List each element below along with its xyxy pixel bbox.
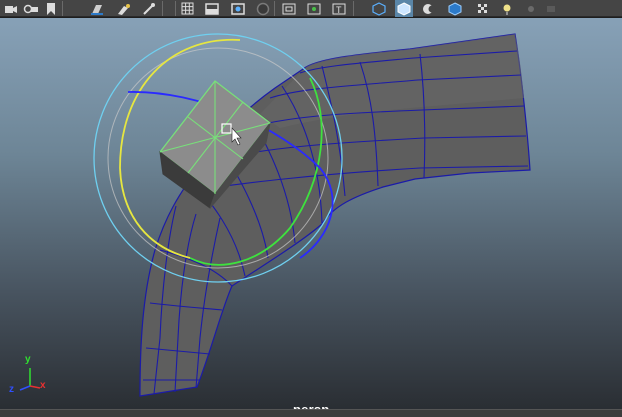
maya-viewport-window: T y x z — [0, 0, 622, 417]
axis-x-label: x — [40, 380, 46, 391]
toolbar-separator — [353, 1, 354, 16]
smooth-shade-icon[interactable] — [395, 0, 413, 17]
gate-mask-icon[interactable] — [254, 0, 272, 17]
perspective-viewport[interactable]: y x z persp — [0, 18, 622, 409]
toolbar-dim-icon[interactable] — [542, 0, 560, 17]
view-axis-triad: y x z — [4, 354, 52, 402]
camera-name-label: persp — [293, 402, 329, 409]
grease-pencil-icon[interactable] — [115, 0, 133, 17]
shadows-icon[interactable] — [498, 0, 516, 17]
bookmark-icon[interactable] — [42, 0, 60, 17]
grid-icon[interactable] — [178, 0, 196, 17]
image-plane-icon[interactable] — [88, 0, 106, 17]
axis-z-label: z — [9, 384, 14, 395]
resolution-gate-icon[interactable] — [229, 0, 247, 17]
pivot-icon[interactable] — [140, 0, 158, 17]
panel-bottom-edge — [0, 409, 622, 417]
scene-canvas[interactable] — [0, 18, 622, 409]
safe-action-icon[interactable] — [305, 0, 323, 17]
wireframe-icon[interactable] — [370, 0, 388, 17]
toolbar-separator — [175, 1, 176, 16]
toolbar-separator — [62, 1, 63, 16]
film-gate-icon[interactable] — [203, 0, 221, 17]
camera-attributes-icon[interactable] — [22, 0, 40, 17]
toolbar-separator — [162, 1, 163, 16]
svg-text:T: T — [336, 5, 342, 15]
field-chart-icon[interactable] — [280, 0, 298, 17]
shaded-wireframe-icon[interactable] — [420, 0, 438, 17]
toolbar-separator — [274, 1, 275, 16]
lights-icon[interactable] — [474, 0, 492, 17]
camera-select-icon[interactable] — [2, 0, 20, 17]
viewport-panel-toolbar: T — [0, 0, 622, 17]
isolate-select-icon[interactable] — [522, 0, 540, 17]
safe-title-icon[interactable]: T — [330, 0, 348, 17]
axis-y-label: y — [25, 354, 31, 365]
textured-icon[interactable] — [446, 0, 464, 17]
